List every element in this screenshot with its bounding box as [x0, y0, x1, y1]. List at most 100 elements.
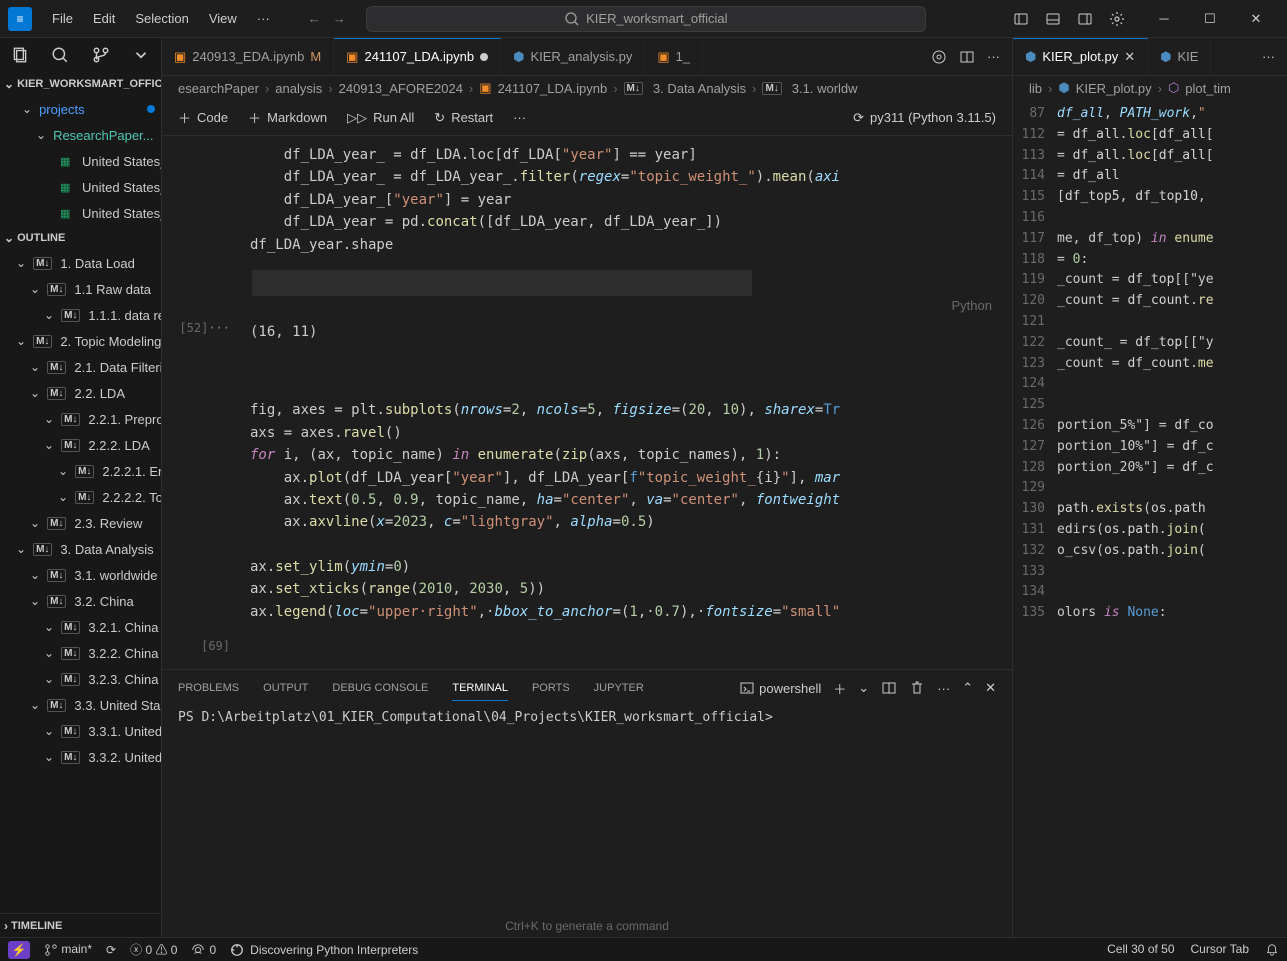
code-line[interactable]: 121: [1013, 312, 1287, 333]
outline-item[interactable]: ⌄M↓3.3. United Sta...: [0, 692, 161, 718]
code-line[interactable]: 128portion_20%"] = df_c: [1013, 458, 1287, 479]
sync-icon[interactable]: ⟳: [106, 943, 116, 957]
add-markdown-button[interactable]: ＋ Markdown: [248, 108, 327, 127]
port-indicator[interactable]: 0: [191, 943, 216, 957]
terminal-dropdown-icon[interactable]: ⌄: [858, 680, 869, 696]
add-code-button[interactable]: ＋ Code: [178, 108, 228, 127]
outline-item[interactable]: ⌄M↓2.2.1. Preproc...: [0, 406, 161, 432]
code-line[interactable]: 134: [1013, 582, 1287, 603]
bell-icon[interactable]: [1265, 942, 1279, 957]
menu-file[interactable]: File: [44, 7, 81, 30]
code-line[interactable]: 135olors is None:: [1013, 603, 1287, 624]
layout-panel-icon[interactable]: [1045, 10, 1061, 27]
code-line[interactable]: 125: [1013, 395, 1287, 416]
notebook-body[interactable]: df_LDA_year_ = df_LDA.loc[df_LDA["year"]…: [162, 136, 1012, 669]
maximize-icon[interactable]: ☐: [1187, 1, 1233, 36]
explorer-title[interactable]: ⌄KIER_WORKSMART_OFFICI...: [0, 72, 161, 96]
code-line[interactable]: 130path.exists(os.path: [1013, 499, 1287, 520]
gear-icon[interactable]: [1109, 10, 1125, 27]
outline-item[interactable]: ⌄M↓3.2.3. China ...: [0, 666, 161, 692]
breadcrumb[interactable]: esearchPaper› analysis› 240913_AFORE2024…: [162, 76, 1012, 100]
timeline-title[interactable]: ›TIMELINE: [0, 913, 161, 937]
outline-item[interactable]: ⌄M↓2.2. LDA: [0, 380, 161, 406]
chevron-down-icon[interactable]: [132, 46, 150, 64]
code-line[interactable]: 116: [1013, 208, 1287, 229]
errors-indicator[interactable]: ⓧ 0 ⚠ 0: [130, 941, 177, 958]
terminal-body[interactable]: PS D:\Arbeitplatz\01_KIER_Computational\…: [162, 706, 1012, 915]
outline-item[interactable]: ⌄M↓2.1. Data Filteri...: [0, 354, 161, 380]
nav-back-icon[interactable]: ←: [308, 11, 321, 26]
outline-item[interactable]: ⌄M↓1. Data Load: [0, 250, 161, 276]
nav-forward-icon[interactable]: →: [333, 11, 346, 26]
terminal-shell-label[interactable]: powershell: [739, 680, 821, 696]
minimize-icon[interactable]: ─: [1141, 1, 1187, 36]
panel-tab-ports[interactable]: PORTS: [532, 676, 570, 700]
tab-plot[interactable]: ⬢KIER_plot.py✕: [1013, 38, 1148, 75]
code-line[interactable]: 127portion_10%"] = df_c: [1013, 437, 1287, 458]
split-terminal-icon[interactable]: [881, 680, 897, 697]
outline-title[interactable]: ⌄OUTLINE: [0, 226, 161, 250]
gear-tab-icon[interactable]: [931, 48, 947, 65]
tab-analysis[interactable]: ⬢KIER_analysis.py: [501, 38, 645, 75]
more-tab-icon[interactable]: ···: [1262, 49, 1275, 64]
menu-selection[interactable]: Selection: [127, 7, 196, 30]
folder-researchpaper[interactable]: ⌄ResearchPaper...: [0, 122, 161, 148]
outline-item[interactable]: ⌄M↓2. Topic Modeling: [0, 328, 161, 354]
code-line[interactable]: 118= 0:: [1013, 250, 1287, 271]
code-line[interactable]: 120_count = df_count.re: [1013, 291, 1287, 312]
code-line[interactable]: 123_count = df_count.me: [1013, 354, 1287, 375]
outline-item[interactable]: ⌄M↓2.2.2. LDA: [0, 432, 161, 458]
panel-tab-problems[interactable]: PROBLEMS: [178, 676, 239, 700]
tab-eda[interactable]: ▣240913_EDA.ipynbM: [162, 38, 334, 75]
cell-code[interactable]: df_LDA_year_ = df_LDA.loc[df_LDA["year"]…: [242, 140, 1012, 260]
code-line[interactable]: 129: [1013, 478, 1287, 499]
code-line[interactable]: 119_count = df_top[["ye: [1013, 270, 1287, 291]
code-line[interactable]: 133: [1013, 562, 1287, 583]
cell-scrollbar[interactable]: [252, 270, 752, 296]
new-terminal-icon[interactable]: ＋: [833, 679, 846, 698]
tab-1[interactable]: ▣1_: [645, 38, 703, 75]
code-line[interactable]: 87df_all, PATH_work,": [1013, 104, 1287, 125]
panel-tab-output[interactable]: OUTPUT: [263, 676, 308, 700]
outline-item[interactable]: ⌄M↓3.2.2. China c...: [0, 640, 161, 666]
run-all-button[interactable]: ▷▷ Run All: [347, 110, 414, 126]
code-cell[interactable]: df_LDA_year_ = df_LDA.loc[df_LDA["year"]…: [162, 136, 1012, 264]
cursor-tab[interactable]: Cursor Tab: [1191, 942, 1249, 956]
outline-item[interactable]: ⌄M↓2.2.2.1. Entir...: [0, 458, 161, 484]
kernel-selector[interactable]: ⟳ py311 (Python 3.11.5): [853, 110, 996, 126]
code-cell[interactable]: fig, axes = plt.subplots(nrows=2, ncols=…: [162, 391, 1012, 631]
code-line[interactable]: 113= df_all.loc[df_all[: [1013, 146, 1287, 167]
panel-tab-terminal[interactable]: TERMINAL: [452, 676, 508, 701]
search-side-icon[interactable]: [51, 46, 69, 64]
outline-item[interactable]: ⌄M↓3.1. worldwide: [0, 562, 161, 588]
split-icon[interactable]: [959, 48, 975, 65]
tab-kie[interactable]: ⬢KIE: [1148, 38, 1211, 75]
explorer-multi-icon[interactable]: [11, 46, 29, 64]
tab-close-icon[interactable]: ✕: [1124, 49, 1135, 65]
outline-item[interactable]: ⌄M↓1.1 Raw data: [0, 276, 161, 302]
outline-item[interactable]: ⌄M↓1.1.1. data re...: [0, 302, 161, 328]
trash-icon[interactable]: [909, 680, 925, 697]
menu-edit[interactable]: Edit: [85, 7, 123, 30]
restart-button[interactable]: ↻ Restart: [434, 110, 493, 126]
file-item[interactable]: ▦ United States_...: [0, 148, 161, 174]
code-line[interactable]: 124: [1013, 374, 1287, 395]
search-box[interactable]: KIER_worksmart_official: [366, 6, 926, 32]
code-line[interactable]: 132o_csv(os.path.join(: [1013, 541, 1287, 562]
panel-tab-jupyter[interactable]: JUPYTER: [594, 676, 644, 700]
cell-code[interactable]: fig, axes = plt.subplots(nrows=2, ncols=…: [242, 395, 1012, 627]
outline-item[interactable]: ⌄M↓2.2.2.2. Topi...: [0, 484, 161, 510]
outline-item[interactable]: ⌄M↓3.2. China: [0, 588, 161, 614]
code-line[interactable]: 131edirs(os.path.join(: [1013, 520, 1287, 541]
outline-item[interactable]: ⌄M↓3.3.2. United ...: [0, 744, 161, 770]
panel-more-icon[interactable]: ···: [937, 681, 950, 696]
code-line[interactable]: 122_count_ = df_top[["y: [1013, 333, 1287, 354]
code-line[interactable]: 117me, df_top) in enume: [1013, 229, 1287, 250]
folder-projects[interactable]: ⌄projects: [0, 96, 161, 122]
branch-side-icon[interactable]: [92, 46, 110, 64]
layout-primary-icon[interactable]: [1013, 10, 1029, 27]
code-line[interactable]: 115[df_top5, df_top10,: [1013, 187, 1287, 208]
panel-tab-debug[interactable]: DEBUG CONSOLE: [332, 676, 428, 700]
panel-close-icon[interactable]: ✕: [985, 680, 996, 696]
breadcrumb-right[interactable]: lib› ⬢KIER_plot.py› ⬡plot_tim: [1013, 76, 1287, 100]
